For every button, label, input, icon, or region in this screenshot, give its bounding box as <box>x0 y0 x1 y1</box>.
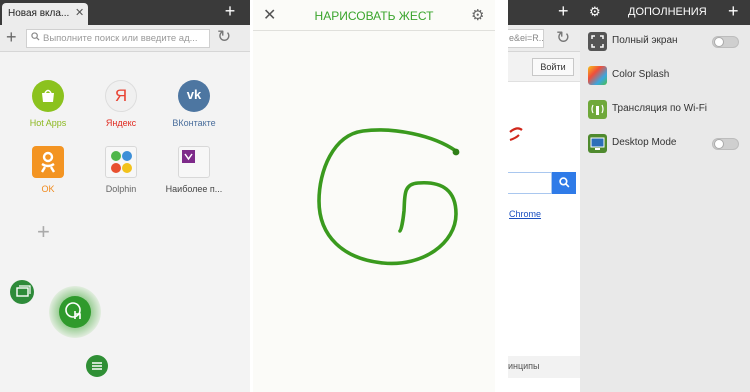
tab-bar: Новая вкла... ✕ + <box>0 0 250 25</box>
addons-header: ⚙ ДОПОЛНЕНИЯ + <box>580 0 750 25</box>
tabs-overview-button[interactable] <box>10 280 34 304</box>
yandex-icon: Я <box>105 80 137 112</box>
gear-icon[interactable]: ⚙ <box>589 4 601 20</box>
speed-dial-label: Наиболее п... <box>165 184 223 194</box>
desktop-mode-icon <box>588 134 607 153</box>
menu-button[interactable] <box>86 355 108 377</box>
reload-icon[interactable]: ↻ <box>217 27 231 47</box>
search-icon <box>558 177 569 188</box>
toggle-knob <box>714 139 724 149</box>
dolphin-folder-icon <box>105 146 137 178</box>
page-title: ДОПОЛНЕНИЯ <box>628 6 707 18</box>
add-addon-button[interactable]: + <box>728 0 739 23</box>
page-title: НАРИСОВАТЬ ЖЕСТ <box>314 9 434 23</box>
addon-label: Полный экран <box>612 35 678 46</box>
addon-color-splash[interactable]: Color Splash <box>580 59 750 93</box>
address-input[interactable]: Выполните поиск или введите ад... <box>26 29 210 48</box>
vk-icon: vk <box>178 80 210 112</box>
logo-fragment <box>508 118 528 153</box>
addon-label: Desktop Mode <box>612 137 677 148</box>
page-header: Войти <box>508 52 580 82</box>
speed-dial-label: Яндекс <box>105 118 137 128</box>
search-input[interactable] <box>508 172 552 194</box>
addons-screen: ⚙ ДОПОЛНЕНИЯ + Полный экран Color Splash… <box>580 0 750 392</box>
address-input[interactable]: e&ei=R... <box>508 29 544 48</box>
tab-new-tab[interactable]: Новая вкла... ✕ <box>2 3 88 25</box>
hot-apps-icon <box>32 80 64 112</box>
tab-bar: + <box>508 0 580 25</box>
draw-gesture-screen: ✕ НАРИСОВАТЬ ЖЕСТ ⚙ <box>253 0 495 392</box>
addon-label: Трансляция по Wi-Fi <box>612 103 708 114</box>
reload-icon[interactable]: ↻ <box>556 28 570 48</box>
gear-icon[interactable]: ⚙ <box>471 6 484 24</box>
browser-new-tab-screen: Новая вкла... ✕ + + Выполните поиск или … <box>0 0 250 392</box>
speed-dial-yandex[interactable]: Я Яндекс <box>86 80 156 128</box>
speed-dial-dolphin[interactable]: Dolphin <box>86 146 156 194</box>
page-footer: инципы <box>508 356 580 378</box>
close-tab-icon[interactable]: ✕ <box>75 6 84 19</box>
toggle-knob <box>714 37 724 47</box>
fullscreen-icon <box>588 32 607 51</box>
speed-dial-label: Dolphin <box>105 184 137 194</box>
desktop-mode-toggle[interactable] <box>712 138 739 150</box>
browser-page-partial: + e&ei=R... ↻ Войти Chrome инципы <box>508 0 580 392</box>
address-bar: e&ei=R... ↻ <box>508 25 580 52</box>
gesture-button[interactable] <box>59 296 91 328</box>
gesture-hand-icon <box>65 302 81 319</box>
speed-dial-label: OK <box>41 184 55 194</box>
addon-wifi-broadcast[interactable]: Трансляция по Wi-Fi <box>580 93 750 127</box>
addon-desktop-mode[interactable]: Desktop Mode <box>580 127 750 161</box>
odnoklassniki-icon <box>32 146 64 178</box>
gesture-stroke <box>317 128 460 266</box>
most-visited-icon <box>178 146 210 178</box>
speed-dial-label: ВКонтакте <box>172 118 216 128</box>
login-button[interactable]: Войти <box>532 58 574 76</box>
tabs-icon <box>16 285 31 297</box>
address-bar: + Выполните поиск или введите ад... ↻ <box>0 25 250 52</box>
add-speed-dial-button[interactable]: + <box>37 219 50 245</box>
tab-title: Новая вкла... <box>8 8 70 19</box>
new-tab-button[interactable]: + <box>558 0 569 23</box>
chrome-link[interactable]: Chrome <box>509 209 541 219</box>
add-button[interactable]: + <box>6 27 17 47</box>
address-placeholder: Выполните поиск или введите ад... <box>43 33 198 44</box>
speed-dial-most-visited[interactable]: Наиболее п... <box>159 146 229 194</box>
search-icon <box>31 32 40 44</box>
speed-dial-ok[interactable]: OK <box>13 146 83 194</box>
addon-label: Color Splash <box>612 69 670 80</box>
wifi-broadcast-icon <box>588 100 607 119</box>
gesture-canvas[interactable] <box>253 31 495 392</box>
footer-text[interactable]: инципы <box>508 361 540 371</box>
fullscreen-toggle[interactable] <box>712 36 739 48</box>
addon-list: Полный экран Color Splash Трансляция по … <box>580 25 750 161</box>
gesture-header: ✕ НАРИСОВАТЬ ЖЕСТ ⚙ <box>253 0 495 31</box>
speed-dial-label: Hot Apps <box>29 118 67 128</box>
menu-icon <box>92 362 102 370</box>
addon-fullscreen[interactable]: Полный экран <box>580 25 750 59</box>
search-button[interactable] <box>552 172 576 194</box>
color-splash-icon <box>588 66 607 85</box>
new-tab-button[interactable]: + <box>220 0 240 25</box>
speed-dial-hot-apps[interactable]: Hot Apps <box>13 80 83 128</box>
speed-dial-vkontakte[interactable]: vk ВКонтакте <box>159 80 229 128</box>
